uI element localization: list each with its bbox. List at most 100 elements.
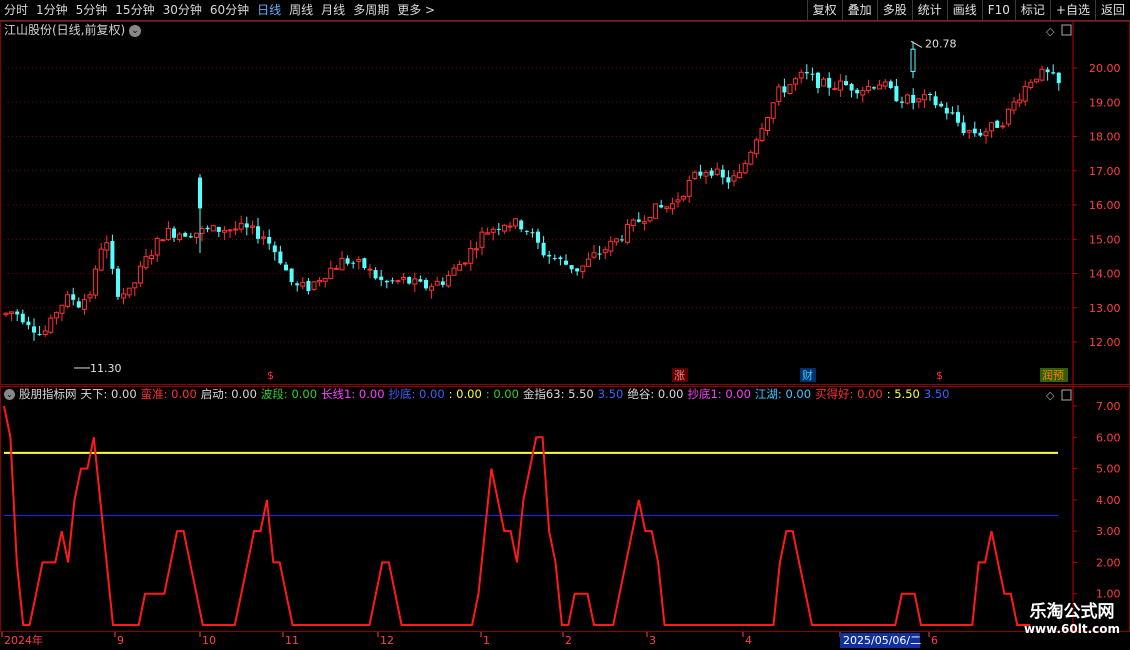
period-tab-7[interactable]: 周线: [285, 0, 317, 20]
candle-body-100: [564, 260, 568, 265]
candle-body-61: [345, 258, 350, 264]
ind-axis-label-2: 5.00: [1096, 463, 1121, 476]
toolbar-button-8[interactable]: 返回: [1094, 0, 1130, 20]
candle-high-body: [910, 48, 916, 72]
legend-item-15: 3.50: [923, 387, 950, 401]
candle-body-178: [1000, 125, 1006, 128]
price-label-8: 12.00: [1089, 336, 1121, 349]
candle-body-21: [121, 293, 127, 299]
legend-item-10: 绝谷: 0.00: [627, 387, 684, 401]
candle-body-48: [272, 245, 277, 253]
toolbar-button-4[interactable]: 画线: [946, 0, 982, 20]
candle-body-158: [888, 81, 893, 88]
ind-panel-toggle-icon: [1061, 389, 1072, 401]
legend-item-14: : 5.50: [886, 387, 920, 401]
panel-toggle-icon: [1061, 24, 1072, 36]
candle-body-31: [177, 233, 183, 241]
candle-body-22: [126, 287, 132, 296]
period-tab-5[interactable]: 60分钟: [206, 0, 253, 20]
candle-body-88: [496, 228, 501, 230]
candle-body-17: [98, 248, 104, 271]
candle-body-92: [519, 220, 524, 230]
period-tab-8[interactable]: 月线: [317, 0, 349, 20]
candle-body-5: [32, 326, 36, 333]
period-tab-9[interactable]: 多周期: [349, 0, 393, 20]
candle-body-95: [536, 231, 540, 243]
candle-body-33: [188, 236, 193, 238]
price-label-2: 18.00: [1089, 131, 1121, 144]
price-label-4: 16.00: [1089, 199, 1121, 212]
toolbar-button-7[interactable]: +自选: [1049, 0, 1095, 20]
price-label-6: 14.00: [1089, 268, 1121, 281]
stock-title-text: 江山股份(日线,前复权): [4, 23, 126, 37]
period-tab-10[interactable]: 更多 >: [393, 0, 439, 20]
indicator-border: [0, 386, 1130, 632]
candle-body-36: [205, 227, 210, 230]
candle-body-73: [412, 278, 418, 285]
period-tab-3[interactable]: 15分钟: [111, 0, 158, 20]
indicator-name[interactable]: 股朋指标网: [19, 386, 77, 402]
candle-body-11: [65, 294, 71, 307]
candle-body-130: [731, 175, 737, 182]
x-label-0: 2024年: [4, 633, 43, 647]
period-tab-0[interactable]: 分时: [0, 0, 32, 20]
candle-body-148: [832, 88, 838, 91]
candle-body-39: [221, 229, 227, 233]
candle-body-28: [160, 239, 166, 242]
candle-body-115: [647, 216, 653, 222]
candle-body-81: [457, 263, 463, 271]
watermark-url: www.60lt.com: [1023, 622, 1120, 636]
toolbar-button-3[interactable]: 统计: [911, 0, 947, 20]
period-tab-1[interactable]: 1分钟: [32, 0, 72, 20]
period-tab-2[interactable]: 5分钟: [72, 0, 112, 20]
candle-body-167: [939, 103, 944, 107]
candle-body-24: [137, 265, 143, 284]
legend-item-3: 波段: 0.00: [260, 387, 318, 401]
candle-body-117: [659, 205, 664, 208]
candle-body-152: [855, 89, 860, 94]
toolbar-button-1[interactable]: 叠加: [841, 0, 877, 20]
candle-body-177: [995, 120, 1000, 128]
candle-body-143: [804, 71, 809, 74]
price-chart[interactable]: 20.00 19.00 18.00 17.00 16.00 15.00 14.00 13.00…: [0, 21, 1130, 385]
candle-body-63: [356, 258, 362, 262]
indicator-chart[interactable]: 7.006.005.004.003.002.001.00◇: [0, 386, 1130, 632]
candle-body-131: [737, 172, 743, 179]
candle-body-90: [507, 225, 513, 228]
candle-body-140: [787, 84, 793, 95]
candle-body-68: [384, 280, 389, 283]
toolbar-button-0[interactable]: 复权: [806, 0, 842, 20]
candle-body-107: [602, 249, 608, 253]
collapse-icon[interactable]: ⌄: [4, 388, 15, 400]
price-label-7: 13.00: [1089, 302, 1121, 315]
candle-body-13: [76, 301, 81, 308]
candle-body-118: [664, 206, 670, 209]
candle-body-179: [1005, 108, 1011, 125]
candle-body-87: [490, 228, 496, 233]
candle-body-136: [765, 117, 771, 132]
candle-body-104: [585, 258, 591, 267]
candle-body-67: [379, 276, 384, 280]
toolbar-button-5[interactable]: F10: [981, 0, 1015, 20]
candle-body-116: [653, 203, 659, 219]
period-tab-6[interactable]: 日线: [253, 0, 285, 20]
chevron-down-icon[interactable]: ⌄: [129, 24, 142, 37]
legend-item-5: 抄底: 0.00: [388, 387, 445, 401]
candle-body-113: [636, 219, 641, 222]
candle-body-37: [210, 225, 216, 232]
candle-body-4: [26, 321, 31, 326]
date-axis: 2024年 9 10 11 12 1 2 3 4 2025/05/06/二 6: [1, 632, 938, 648]
candle-body-165: [928, 93, 932, 95]
toolbar-button-6[interactable]: 标记: [1014, 0, 1050, 20]
candle-body-185: [1039, 68, 1045, 81]
price-label-1: 19.00: [1089, 96, 1121, 109]
candle-body-30: [172, 228, 176, 238]
toolbar-button-2[interactable]: 多股: [876, 0, 912, 20]
period-tab-4[interactable]: 30分钟: [159, 0, 206, 20]
candle-body-12: [71, 294, 76, 300]
candle-body-70: [395, 280, 401, 283]
candle-body-42: [238, 222, 244, 230]
candle-body-69: [390, 280, 395, 282]
candle-body-139: [782, 86, 787, 93]
x-label-6: 2: [565, 634, 572, 647]
